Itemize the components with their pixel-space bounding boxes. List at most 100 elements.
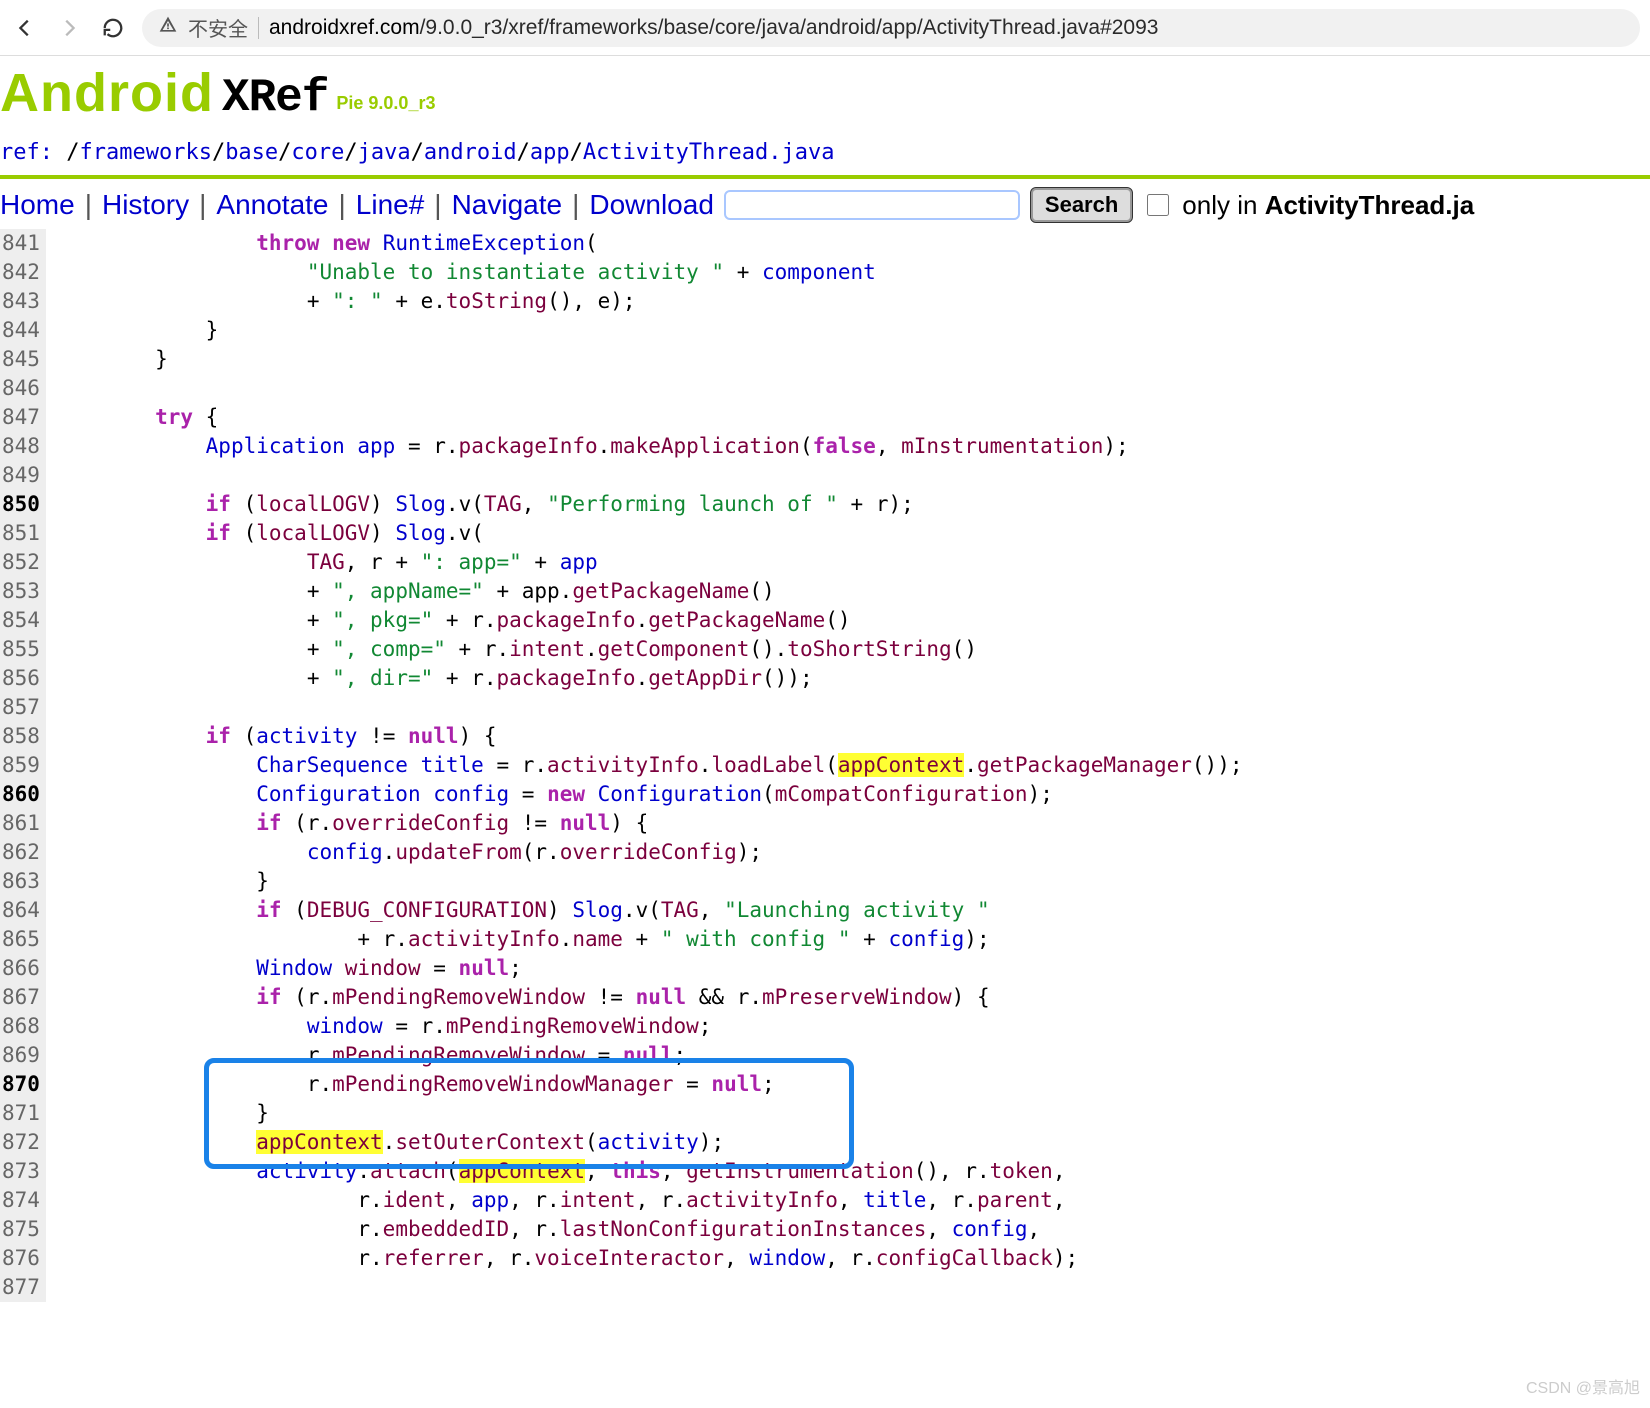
logo-version-text: Pie 9.0.0_r3: [336, 93, 435, 124]
line-number[interactable]: 861: [2, 809, 40, 838]
code-line: r.embeddedID, r.lastNonConfigurationInst…: [54, 1215, 1243, 1244]
code-line: appContext.setOuterContext(activity);: [54, 1128, 1243, 1157]
code-line: throw new RuntimeException(: [54, 229, 1243, 258]
breadcrumb-part[interactable]: ActivityThread.java: [583, 140, 835, 165]
code-line: activity.attach(appContext, this, getIns…: [54, 1157, 1243, 1186]
line-number[interactable]: 871: [2, 1099, 40, 1128]
line-number[interactable]: 851: [2, 519, 40, 548]
insecure-icon: [158, 15, 178, 41]
line-number[interactable]: 854: [2, 606, 40, 635]
line-number[interactable]: 852: [2, 548, 40, 577]
line-number[interactable]: 877: [2, 1273, 40, 1302]
code-line: [54, 374, 1243, 403]
line-number[interactable]: 864: [2, 896, 40, 925]
line-number[interactable]: 855: [2, 635, 40, 664]
code-line: + ": " + e.toString(), e);: [54, 287, 1243, 316]
line-number[interactable]: 846: [2, 374, 40, 403]
line-number[interactable]: 850: [2, 490, 40, 519]
line-number[interactable]: 857: [2, 693, 40, 722]
code-line: if (localLOGV) Slog.v(: [54, 519, 1243, 548]
line-number[interactable]: 858: [2, 722, 40, 751]
line-number[interactable]: 844: [2, 316, 40, 345]
breadcrumb-part[interactable]: core: [291, 140, 344, 165]
breadcrumb-part[interactable]: base: [225, 140, 278, 165]
code-line: CharSequence title = r.activityInfo.load…: [54, 751, 1243, 780]
nav-line[interactable]: Line#: [356, 189, 425, 221]
code-line: [54, 1273, 1243, 1302]
line-number[interactable]: 848: [2, 432, 40, 461]
address-bar[interactable]: 不安全 androidxref.com/9.0.0_r3/xref/framew…: [142, 9, 1640, 47]
code-line: if (localLOGV) Slog.v(TAG, "Performing l…: [54, 490, 1243, 519]
line-number[interactable]: 868: [2, 1012, 40, 1041]
breadcrumb-part[interactable]: app: [530, 140, 570, 165]
line-number[interactable]: 869: [2, 1041, 40, 1070]
code-line: window = r.mPendingRemoveWindow;: [54, 1012, 1243, 1041]
line-number[interactable]: 867: [2, 983, 40, 1012]
nav-row: Home| History| Annotate| Line#| Navigate…: [0, 185, 1650, 229]
code-line: [54, 461, 1243, 490]
line-number[interactable]: 853: [2, 577, 40, 606]
back-button[interactable]: [10, 13, 40, 43]
forward-button[interactable]: [54, 13, 84, 43]
code-line: r.mPendingRemoveWindow = null;: [54, 1041, 1243, 1070]
line-number[interactable]: 863: [2, 867, 40, 896]
line-number[interactable]: 849: [2, 461, 40, 490]
code-line: r.mPendingRemoveWindowManager = null;: [54, 1070, 1243, 1099]
breadcrumb-part[interactable]: android: [424, 140, 517, 165]
breadcrumb-part[interactable]: java: [358, 140, 411, 165]
line-number[interactable]: 872: [2, 1128, 40, 1157]
line-number[interactable]: 866: [2, 954, 40, 983]
line-number[interactable]: 860: [2, 780, 40, 809]
line-number[interactable]: 845: [2, 345, 40, 374]
code-line: r.referrer, r.voiceInteractor, window, r…: [54, 1244, 1243, 1273]
code-line: [54, 693, 1243, 722]
line-number[interactable]: 841: [2, 229, 40, 258]
line-number[interactable]: 847: [2, 403, 40, 432]
line-number[interactable]: 856: [2, 664, 40, 693]
code-line: }: [54, 316, 1243, 345]
line-number[interactable]: 873: [2, 1157, 40, 1186]
line-number[interactable]: 842: [2, 258, 40, 287]
code-line: + ", pkg=" + r.packageInfo.getPackageNam…: [54, 606, 1243, 635]
code-content[interactable]: throw new RuntimeException( "Unable to i…: [46, 229, 1243, 1302]
insecure-label: 不安全: [188, 13, 248, 42]
nav-home[interactable]: Home: [0, 189, 75, 221]
nav-download[interactable]: Download: [589, 189, 714, 221]
nav-navigate[interactable]: Navigate: [452, 189, 563, 221]
code-line: r.ident, app, r.intent, r.activityInfo, …: [54, 1186, 1243, 1215]
code-line: Configuration config = new Configuration…: [54, 780, 1243, 809]
site-logo[interactable]: Android XRef Pie 9.0.0_r3: [0, 56, 1650, 124]
code-line: try {: [54, 403, 1243, 432]
reload-button[interactable]: [98, 13, 128, 43]
search-button[interactable]: Search: [1030, 187, 1133, 223]
code-line: + ", dir=" + r.packageInfo.getAppDir());: [54, 664, 1243, 693]
logo-xref-text: XRef: [222, 72, 328, 124]
code-line: if (r.overrideConfig != null) {: [54, 809, 1243, 838]
code-line: }: [54, 867, 1243, 896]
code-line: if (activity != null) {: [54, 722, 1243, 751]
breadcrumb-part[interactable]: frameworks: [79, 140, 211, 165]
nav-history[interactable]: History: [102, 189, 189, 221]
code-line: "Unable to instantiate activity " + comp…: [54, 258, 1243, 287]
address-url: androidxref.com/9.0.0_r3/xref/frameworks…: [269, 16, 1158, 40]
address-separator: [258, 17, 259, 39]
search-input[interactable]: [724, 190, 1020, 220]
line-number[interactable]: 862: [2, 838, 40, 867]
breadcrumb: ref: /frameworks/base/core/java/android/…: [0, 124, 1650, 171]
line-number[interactable]: 843: [2, 287, 40, 316]
code-line: + r.activityInfo.name + " with config " …: [54, 925, 1243, 954]
line-number[interactable]: 859: [2, 751, 40, 780]
accent-rule: [0, 175, 1650, 179]
line-number[interactable]: 870: [2, 1070, 40, 1099]
line-number-gutter[interactable]: 8418428438448458468478488498508518528538…: [0, 229, 46, 1302]
line-number[interactable]: 874: [2, 1186, 40, 1215]
only-in-checkbox[interactable]: [1147, 194, 1169, 216]
code-line: if (DEBUG_CONFIGURATION) Slog.v(TAG, "La…: [54, 896, 1243, 925]
line-number[interactable]: 875: [2, 1215, 40, 1244]
line-number[interactable]: 865: [2, 925, 40, 954]
nav-annotate[interactable]: Annotate: [216, 189, 328, 221]
line-number[interactable]: 876: [2, 1244, 40, 1273]
code-line: if (r.mPendingRemoveWindow != null && r.…: [54, 983, 1243, 1012]
only-in-label: only in ActivityThread.ja: [1182, 190, 1474, 221]
code-line: config.updateFrom(r.overrideConfig);: [54, 838, 1243, 867]
